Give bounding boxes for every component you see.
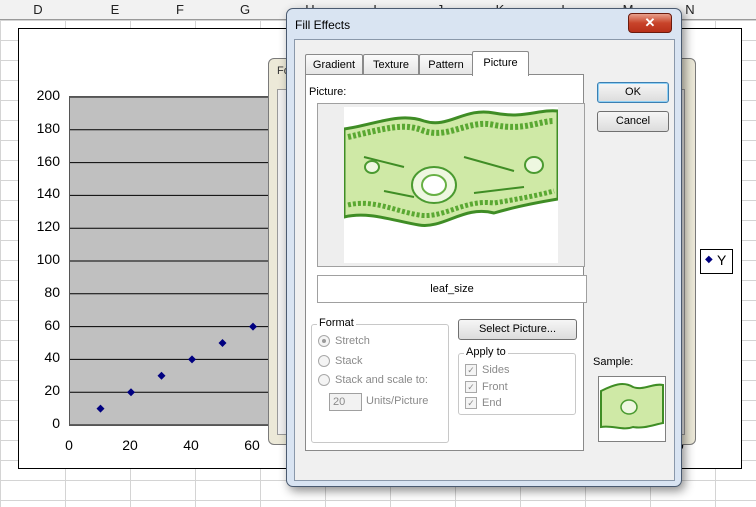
format-group: Format Stretch Stack Stack and scale to:… bbox=[311, 317, 449, 443]
legend-marker-icon: ◆ bbox=[705, 254, 713, 265]
radio-stretch-label: Stretch bbox=[335, 335, 370, 347]
sample-leaf-drawing bbox=[600, 383, 664, 430]
select-picture-button[interactable]: Select Picture... bbox=[458, 319, 577, 340]
tab-pattern[interactable]: Pattern bbox=[419, 54, 473, 75]
checkbox-front[interactable]: ✓ Front bbox=[465, 381, 508, 394]
chart-legend[interactable]: ◆ Y bbox=[700, 249, 733, 274]
leaf-cross-section-drawing bbox=[342, 109, 560, 227]
x-tick-label-0: 0 bbox=[65, 437, 73, 453]
data-point-6[interactable] bbox=[249, 322, 257, 331]
y-tick-label-40: 40 bbox=[44, 349, 60, 366]
apply-to-group: Apply to ✓ Sides ✓ Front ✓ End bbox=[458, 346, 576, 415]
radio-stack-and-scale[interactable]: Stack and scale to: bbox=[318, 374, 428, 387]
cancel-button[interactable]: Cancel bbox=[597, 111, 669, 132]
plot-area[interactable] bbox=[69, 96, 301, 426]
y-tick-label-140: 140 bbox=[36, 185, 60, 202]
data-point-3[interactable] bbox=[157, 371, 166, 380]
checkbox-front-box: ✓ bbox=[465, 381, 477, 394]
radio-stack[interactable]: Stack bbox=[318, 355, 363, 368]
data-point-1[interactable] bbox=[96, 404, 105, 413]
checkbox-end-box: ✓ bbox=[465, 397, 477, 410]
x-tick-label-60: 60 bbox=[244, 437, 260, 453]
checkbox-front-label: Front bbox=[482, 381, 508, 393]
x-tick-label-40: 40 bbox=[183, 437, 199, 453]
picture-preview bbox=[317, 103, 585, 267]
radio-stack-label: Stack bbox=[335, 355, 363, 367]
format-group-title: Format bbox=[317, 317, 356, 329]
column-header-g[interactable]: G bbox=[225, 2, 265, 17]
y-tick-label-100: 100 bbox=[36, 251, 60, 267]
y-tick-label-20: 20 bbox=[44, 382, 60, 399]
y-tick-label-180: 180 bbox=[36, 119, 60, 136]
checkbox-sides-box: ✓ bbox=[465, 364, 477, 377]
data-point-2[interactable] bbox=[127, 388, 135, 397]
y-tick-label-80: 80 bbox=[44, 283, 60, 300]
checkbox-sides[interactable]: ✓ Sides bbox=[465, 364, 510, 377]
picture-file-name: leaf_size bbox=[317, 275, 587, 303]
radio-stack-indicator bbox=[318, 355, 330, 368]
apply-to-group-title: Apply to bbox=[464, 346, 508, 358]
plot-svg bbox=[70, 97, 300, 425]
close-button[interactable]: ✕ bbox=[628, 13, 672, 33]
sample-preview bbox=[598, 376, 666, 442]
y-tick-label-120: 120 bbox=[36, 218, 60, 235]
y-tick-label-60: 60 bbox=[44, 316, 60, 333]
checkbox-end[interactable]: ✓ End bbox=[465, 397, 502, 410]
picture-label: Picture: bbox=[309, 86, 347, 98]
column-header-f[interactable]: F bbox=[160, 2, 200, 17]
tab-picture[interactable]: Picture bbox=[472, 51, 529, 76]
sample-label: Sample: bbox=[593, 356, 634, 368]
fill-effects-dialog: Fill Effects ✕ Gradient Texture Pattern … bbox=[286, 8, 682, 487]
y-tick-label-200: 200 bbox=[36, 87, 60, 103]
radio-stretch-indicator bbox=[318, 335, 330, 348]
radio-stack-and-scale-label: Stack and scale to: bbox=[335, 374, 428, 386]
fill-effects-body: Gradient Texture Pattern Picture Picture… bbox=[294, 39, 675, 481]
picture-tab-panel: Picture: leaf_size Format Stretch Stack … bbox=[305, 74, 587, 451]
checkbox-end-label: End bbox=[482, 397, 502, 409]
y-tick-label-160: 160 bbox=[36, 152, 60, 169]
data-point-5[interactable] bbox=[218, 339, 227, 347]
y-tick-label-0: 0 bbox=[52, 415, 60, 431]
fill-effects-title: Fill Effects bbox=[295, 18, 351, 32]
radio-stretch[interactable]: Stretch bbox=[318, 335, 370, 348]
tab-texture[interactable]: Texture bbox=[363, 54, 419, 75]
ok-button[interactable]: OK bbox=[597, 82, 669, 103]
column-header-e[interactable]: E bbox=[95, 2, 135, 17]
tab-gradient[interactable]: Gradient bbox=[305, 54, 363, 75]
units-per-picture-label: Units/Picture bbox=[366, 395, 429, 407]
scale-input[interactable]: 20 bbox=[329, 393, 362, 411]
column-header-d[interactable]: D bbox=[18, 2, 58, 17]
checkbox-sides-label: Sides bbox=[482, 364, 510, 376]
data-point-4[interactable] bbox=[188, 355, 196, 364]
legend-label: Y bbox=[717, 252, 727, 268]
leaf-image bbox=[342, 107, 560, 263]
x-tick-label-20: 20 bbox=[122, 437, 138, 453]
radio-stack-and-scale-indicator bbox=[318, 374, 330, 387]
